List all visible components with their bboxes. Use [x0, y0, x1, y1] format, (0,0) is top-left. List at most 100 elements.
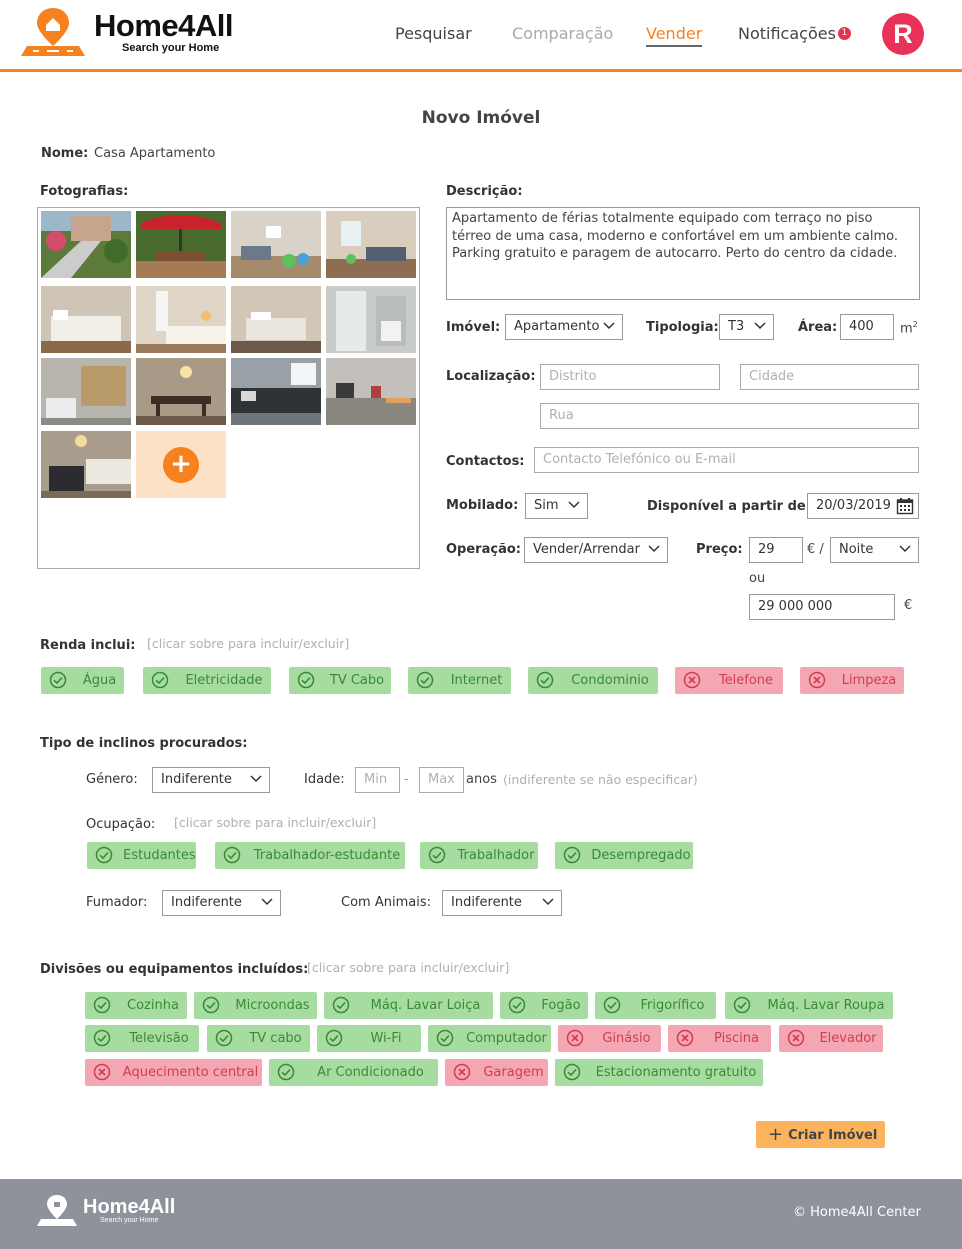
photo-garden-stairs[interactable]: [41, 211, 131, 278]
district-input[interactable]: Distrito: [540, 364, 720, 390]
age-max-input[interactable]: Max: [419, 767, 464, 793]
furnished-select[interactable]: Sim: [525, 493, 588, 519]
chevron-down-icon: [250, 775, 262, 783]
price-input[interactable]: 29: [749, 537, 803, 563]
description-label: Descrição:: [446, 184, 523, 199]
tag-microondas[interactable]: Microondas: [194, 992, 317, 1019]
tag-ar-condicionado[interactable]: Ar Condicionado: [269, 1059, 438, 1086]
tag-maq-lavar-roupa[interactable]: Máq. Lavar Roupa: [725, 992, 893, 1019]
tag-garagem[interactable]: Garagem: [445, 1059, 548, 1086]
available-date-value: 20/03/2019: [816, 498, 891, 513]
tag-label: Microondas: [235, 998, 310, 1013]
home-logo-icon[interactable]: [19, 6, 87, 60]
add-photo-tile[interactable]: +: [136, 431, 226, 498]
age-unit: anos: [466, 772, 497, 787]
check-circle-icon: [95, 846, 113, 864]
calendar-icon[interactable]: [896, 497, 914, 515]
logo-title[interactable]: Home4All: [94, 8, 233, 44]
add-photo-plus-icon[interactable]: +: [163, 447, 199, 483]
smoker-select[interactable]: Indiferente: [162, 890, 281, 916]
tag-frigorifico[interactable]: Frigorífico: [595, 992, 716, 1019]
tag-label: Wi-Fi: [370, 1031, 402, 1046]
tag-estudantes[interactable]: Estudantes: [87, 842, 196, 869]
age-range-dash: -: [404, 772, 409, 787]
tag-limpeza[interactable]: Limpeza: [800, 667, 904, 694]
name-value[interactable]: Casa Apartamento: [94, 146, 215, 161]
photo-bathroom[interactable]: [326, 286, 416, 353]
area-unit-exponent: 2: [912, 320, 918, 329]
photo-lounge[interactable]: [326, 211, 416, 278]
nav-compare[interactable]: Comparação: [512, 24, 613, 43]
tag-tv-cabo[interactable]: TV cabo: [207, 1025, 310, 1052]
tag-trabalhador[interactable]: Trabalhador: [420, 842, 538, 869]
smoker-label: Fumador:: [86, 895, 148, 910]
sale-price-unit: €: [904, 598, 913, 613]
age-min-input[interactable]: Min: [355, 767, 400, 793]
photo-bedroom-3[interactable]: [231, 286, 321, 353]
tag-maq-lavar-loica[interactable]: Máq. Lavar Loiça: [324, 992, 493, 1019]
check-circle-icon: [297, 671, 315, 689]
tag-eletricidade[interactable]: Eletricidade: [143, 667, 271, 694]
tag-label: Estudantes: [123, 848, 196, 863]
photo-living-room[interactable]: [231, 211, 321, 278]
description-textarea[interactable]: Apartamento de férias totalmente equipad…: [446, 207, 920, 300]
photo-crib-room[interactable]: [41, 431, 131, 498]
city-input[interactable]: Cidade: [740, 364, 919, 390]
area-input[interactable]: 400: [840, 314, 894, 340]
tag-telefone[interactable]: Telefone: [675, 667, 783, 694]
create-property-button[interactable]: + Criar Imóvel: [756, 1121, 885, 1148]
rent-includes-hint: [clicar sobre para incluir/excluir]: [147, 636, 350, 651]
available-label: Disponível a partir de:: [647, 499, 811, 514]
nav-notifications-label: Notificações: [738, 24, 836, 43]
photo-bedroom-1[interactable]: [41, 286, 131, 353]
tag-ginasio[interactable]: Ginásio: [558, 1025, 661, 1052]
tag-label: Elevador: [819, 1031, 877, 1046]
tag-condominio[interactable]: Condominio: [528, 667, 658, 694]
user-avatar[interactable]: R: [882, 13, 924, 55]
tag-aquecimento-central[interactable]: Aquecimento central: [85, 1059, 262, 1086]
tag-label: Internet: [450, 673, 503, 688]
tag-trabalhador-estudante[interactable]: Trabalhador-estudante: [215, 842, 405, 869]
tag-tv-cabo[interactable]: TV Cabo: [289, 667, 391, 694]
sale-price-input[interactable]: 29 000 000: [749, 594, 895, 620]
tag-estacionamento-gratuito[interactable]: Estacionamento gratuito: [555, 1059, 763, 1086]
photo-bedroom-2[interactable]: [136, 286, 226, 353]
gender-select-value: Indiferente: [161, 772, 232, 787]
available-date-input[interactable]: 20/03/2019: [807, 493, 919, 519]
photo-kitchen-counter[interactable]: [326, 358, 416, 425]
tag-agua[interactable]: Água: [41, 667, 124, 694]
tag-televisao[interactable]: Televisão: [85, 1025, 199, 1052]
nav-search[interactable]: Pesquisar: [395, 24, 472, 43]
photo-bathroom-marble[interactable]: [41, 358, 131, 425]
photo-dining-room[interactable]: [136, 358, 226, 425]
tag-cozinha[interactable]: Cozinha: [85, 992, 187, 1019]
property-select[interactable]: Apartamento: [505, 314, 623, 340]
nav-notifications[interactable]: Notificações 1: [738, 24, 851, 43]
street-input[interactable]: Rua: [540, 403, 919, 429]
gender-select[interactable]: Indiferente: [152, 767, 270, 793]
typology-label: Tipologia:: [646, 320, 719, 335]
footer: Home4All Search your Home © Home4All Cen…: [0, 1179, 962, 1249]
contacts-input[interactable]: Contacto Telefónico ou E-mail: [534, 447, 919, 473]
tag-desempregado[interactable]: Desempregado: [555, 842, 693, 869]
pets-select[interactable]: Indiferente: [442, 890, 562, 916]
price-period-select[interactable]: Noite: [830, 537, 919, 563]
typology-select[interactable]: T3: [719, 314, 774, 340]
tag-label: Ar Condicionado: [317, 1065, 424, 1080]
tag-internet[interactable]: Internet: [408, 667, 511, 694]
tag-fogao[interactable]: Fogão: [500, 992, 588, 1019]
check-circle-icon: [563, 1063, 581, 1081]
tag-computador[interactable]: Computador: [428, 1025, 551, 1052]
tag-elevador[interactable]: Elevador: [779, 1025, 883, 1052]
tag-label: Garagem: [483, 1065, 544, 1080]
nav-sell[interactable]: Vender: [646, 24, 703, 47]
photo-kitchen[interactable]: [231, 358, 321, 425]
tag-wi-fi[interactable]: Wi-Fi: [317, 1025, 421, 1052]
footer-copyright: © Home4All Center: [793, 1205, 921, 1220]
check-circle-icon: [202, 996, 220, 1014]
tag-piscina[interactable]: Piscina: [668, 1025, 771, 1052]
operation-select[interactable]: Vender/Arrendar: [524, 537, 668, 563]
check-circle-icon: [428, 846, 446, 864]
photo-terrace-umbrella[interactable]: [136, 211, 226, 278]
footer-logo-title[interactable]: Home4All: [83, 1196, 175, 1219]
